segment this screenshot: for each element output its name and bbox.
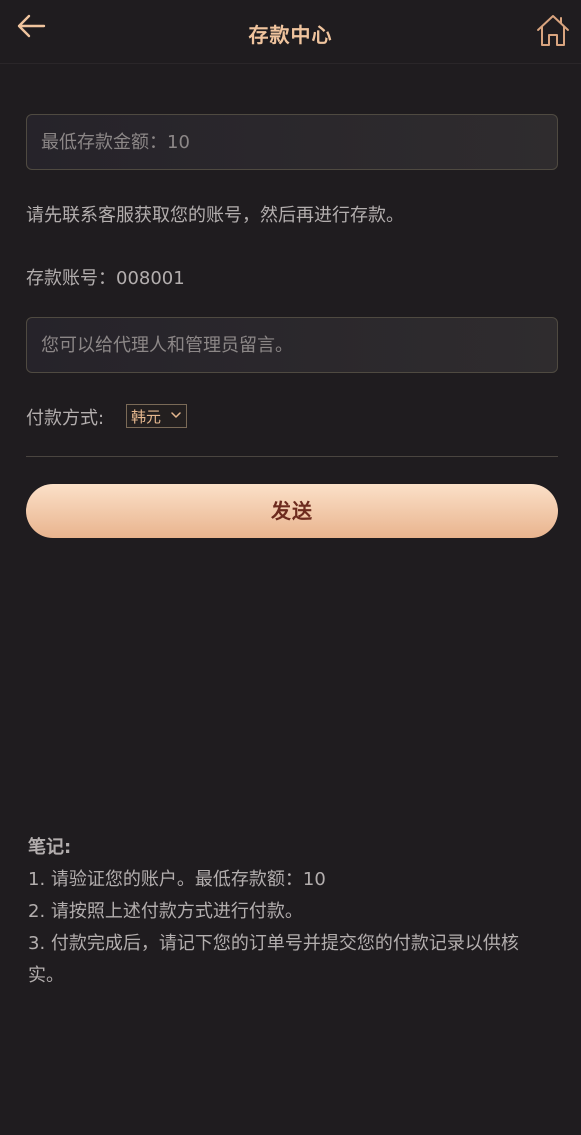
chevron-down-icon (171, 412, 181, 418)
home-button[interactable] (535, 12, 571, 48)
page-title: 存款中心 (248, 23, 333, 47)
payment-method-select[interactable]: 韩元 (126, 404, 187, 428)
divider (26, 456, 558, 457)
payment-method-label: 付款方式: (26, 408, 105, 429)
note-item: 2. 请按照上述付款方式进行付款。 (28, 901, 303, 922)
min-amount-input[interactable] (26, 114, 558, 170)
send-button[interactable]: 发送 (26, 484, 558, 538)
deposit-page: 存款中心 请先联系客服获取您的账号，然后再进行存款。 存款账号：008001 付… (0, 0, 581, 1135)
notes-section: 笔记: 1. 请验证您的账户。最低存款额：10 2. 请按照上述付款方式进行付款… (28, 832, 552, 992)
header-bar: 存款中心 (0, 0, 581, 64)
note-item: 3. 付款完成后，请记下您的订单号并提交您的付款记录以供核实。 (28, 933, 519, 986)
deposit-account-text: 存款账号：008001 (26, 268, 185, 289)
notes-title: 笔记: (28, 837, 72, 858)
instruction-text: 请先联系客服获取您的账号，然后再进行存款。 (26, 205, 404, 226)
payment-method-value: 韩元 (131, 408, 162, 426)
home-icon (537, 15, 569, 46)
note-item: 1. 请验证您的账户。最低存款额：10 (28, 869, 326, 890)
message-input[interactable] (26, 317, 558, 373)
